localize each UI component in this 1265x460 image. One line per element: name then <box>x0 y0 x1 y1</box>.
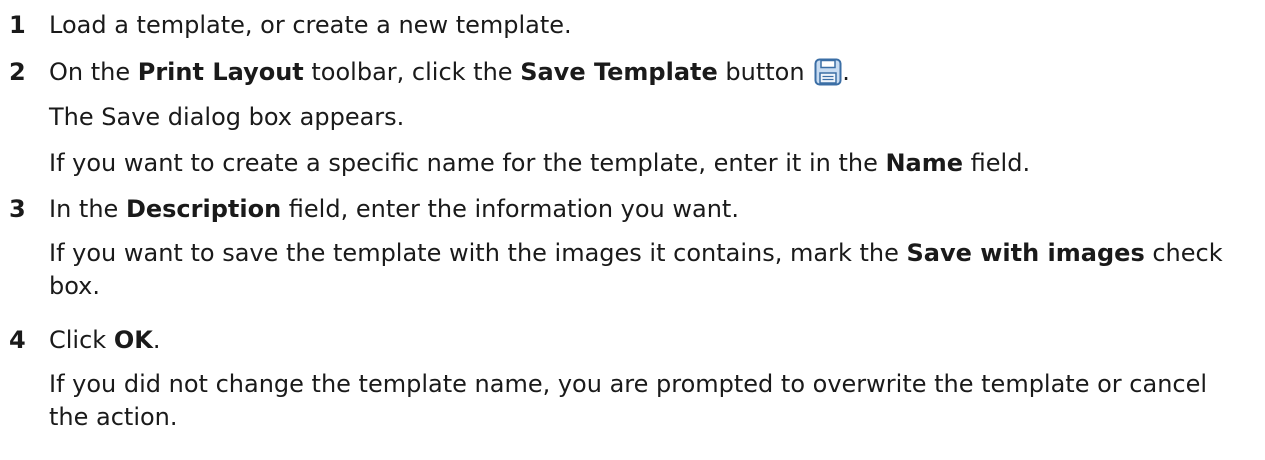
step-number: 1 <box>9 11 26 39</box>
step-instruction: In the Description field, enter the info… <box>49 194 1254 224</box>
step-note: The Save dialog box appears. <box>49 102 1254 132</box>
note-text: If you want to save the template with th… <box>49 239 907 267</box>
note-text: The Save dialog box appears. <box>49 103 405 131</box>
step-instruction: Click OK. <box>49 325 1254 355</box>
note-text: If you did not change the template name,… <box>49 370 1208 431</box>
field-name: Name <box>885 149 964 177</box>
instruction-text: button <box>717 58 813 86</box>
instruction-text: toolbar, click the <box>303 58 521 86</box>
note-text: field. <box>963 149 1031 177</box>
step-number: 2 <box>9 58 26 86</box>
step-instruction: On the Print Layout toolbar, click the S… <box>49 57 1254 87</box>
instruction-text: field, enter the information you want. <box>281 195 739 223</box>
document-page: 1 Load a template, or create a new templ… <box>0 0 1265 460</box>
note-text: If you want to create a specific name fo… <box>49 149 886 177</box>
button-name: Save Template <box>520 58 718 86</box>
save-floppy-icon <box>814 58 842 86</box>
step-number: 3 <box>9 195 26 223</box>
checkbox-name: Save with images <box>906 239 1145 267</box>
step-note: If you want to create a specific name fo… <box>49 148 1254 178</box>
instruction-text: . <box>842 58 850 86</box>
instruction-text: . <box>152 326 161 354</box>
toolbar-name: Print Layout <box>137 58 304 86</box>
instruction-text: Click <box>49 326 114 354</box>
step-number: 4 <box>9 326 26 354</box>
field-name: Description <box>125 195 282 223</box>
step-note: If you did not change the template name,… <box>49 368 1254 434</box>
step-instruction: Load a template, or create a new templat… <box>49 10 1254 40</box>
step-note: If you want to save the template with th… <box>49 237 1254 303</box>
instruction-text: Load a template, or create a new templat… <box>49 11 572 39</box>
instruction-text: In the <box>49 195 126 223</box>
button-name: OK <box>113 326 153 354</box>
instruction-text: On the <box>49 58 138 86</box>
